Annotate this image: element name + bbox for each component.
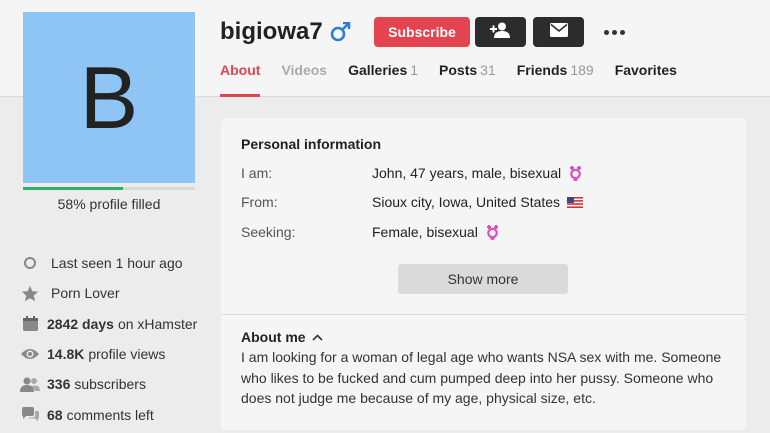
tab-posts[interactable]: Posts 31 bbox=[439, 62, 496, 97]
info-label: Seeking: bbox=[241, 224, 296, 240]
info-label: From: bbox=[241, 194, 278, 210]
tab-count: 189 bbox=[570, 62, 594, 78]
stat-label: profile views bbox=[88, 346, 166, 363]
tab-about[interactable]: About bbox=[220, 62, 261, 97]
message-button[interactable] bbox=[533, 17, 584, 47]
bisexual-icon bbox=[570, 166, 582, 181]
stat-subscribers: 336 subscribers bbox=[20, 369, 197, 399]
about-me-title: About me bbox=[241, 329, 306, 345]
profile-progress-bar bbox=[23, 187, 195, 190]
chevron-up-icon bbox=[311, 333, 323, 341]
stat-comments: 68 comments left bbox=[20, 399, 197, 429]
more-options-button[interactable] bbox=[600, 22, 628, 42]
avatar-letter: B bbox=[79, 47, 139, 147]
eye-icon bbox=[20, 345, 40, 363]
info-row-seeking: Seeking: Female, bisexual bbox=[241, 224, 500, 240]
clock-icon bbox=[20, 254, 40, 272]
personal-info-card: Personal information I am: John, 47 year… bbox=[221, 118, 746, 430]
calendar-icon bbox=[20, 315, 40, 333]
about-me-text: I am looking for a woman of legal age wh… bbox=[241, 349, 722, 406]
info-row-from: From: Sioux city, Iowa, United States bbox=[241, 194, 584, 210]
tab-favorites[interactable]: Favorites bbox=[615, 62, 677, 97]
users-icon bbox=[20, 375, 40, 393]
stat-last-seen: Last seen 1 hour ago bbox=[20, 248, 197, 278]
profile-progress-text: 58% profile filled bbox=[57, 196, 161, 212]
info-label: I am: bbox=[241, 165, 273, 181]
avatar[interactable]: B bbox=[23, 12, 195, 183]
tab-videos[interactable]: Videos bbox=[281, 62, 327, 97]
stat-label: subscribers bbox=[74, 376, 146, 393]
profile-progress-fill bbox=[23, 187, 123, 190]
us-flag-icon bbox=[567, 196, 584, 208]
profile-tabs: About Videos Galleries 1 Posts 31 Friends 1… bbox=[220, 62, 698, 97]
star-icon bbox=[20, 284, 40, 302]
username: bigiowa7 bbox=[220, 18, 323, 45]
stat-value: 68 bbox=[47, 406, 63, 423]
stat-label: Porn Lover bbox=[51, 285, 120, 302]
divider bbox=[221, 314, 746, 315]
stat-value: 336 bbox=[47, 376, 71, 393]
stat-rank: Porn Lover bbox=[20, 278, 197, 308]
stat-days: 2842 days on xHamster bbox=[20, 309, 197, 339]
more-dots-icon bbox=[603, 29, 609, 35]
show-more-button[interactable]: Show more bbox=[398, 264, 568, 294]
info-value: Female, bisexual bbox=[372, 224, 500, 240]
stat-label: on xHamster bbox=[117, 315, 198, 332]
stat-label: comments left bbox=[66, 406, 154, 423]
profile-stats: Last seen 1 hour ago Porn Lover 2842 day… bbox=[20, 248, 197, 430]
male-icon bbox=[330, 21, 352, 47]
envelope-icon bbox=[549, 22, 568, 42]
info-row-i-am: I am: John, 47 years, male, bisexual bbox=[241, 165, 583, 181]
add-friend-button[interactable] bbox=[475, 17, 526, 47]
stat-value: 2842 days bbox=[47, 315, 114, 332]
stat-label: Last seen 1 hour ago bbox=[51, 255, 183, 272]
personal-info-title: Personal information bbox=[241, 136, 382, 152]
stat-value: 14.8K bbox=[47, 346, 85, 363]
add-friend-icon bbox=[489, 22, 512, 43]
about-me-toggle[interactable]: About me bbox=[241, 329, 323, 345]
comments-icon bbox=[20, 406, 40, 424]
tab-friends[interactable]: Friends 189 bbox=[517, 62, 594, 97]
info-value: John, 47 years, male, bisexual bbox=[372, 165, 583, 181]
info-value: Sioux city, Iowa, United States bbox=[372, 194, 584, 210]
tab-galleries[interactable]: Galleries 1 bbox=[348, 62, 418, 97]
tab-count: 31 bbox=[480, 62, 496, 78]
stat-views: 14.8K profile views bbox=[20, 339, 197, 369]
bisexual-icon bbox=[486, 225, 498, 240]
subscribe-button[interactable]: Subscribe bbox=[374, 17, 470, 47]
tab-count: 1 bbox=[410, 62, 419, 78]
